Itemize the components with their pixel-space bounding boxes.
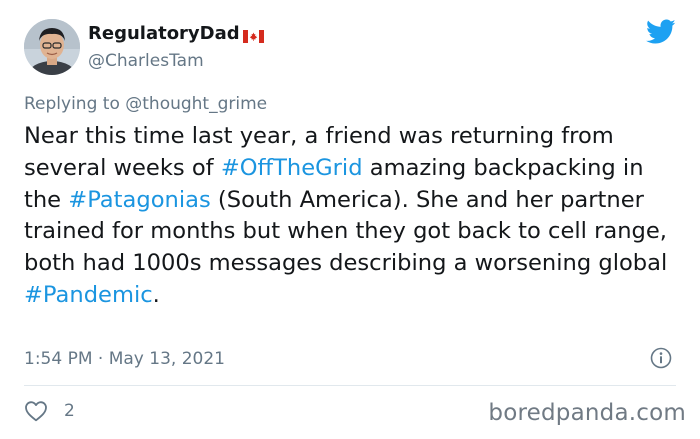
user-handle[interactable]: @CharlesTam [88, 50, 204, 72]
like-button[interactable]: 2 [24, 400, 75, 422]
canada-flag-icon [242, 28, 264, 43]
reply-context: Replying to @thought_grime [24, 93, 267, 115]
info-icon[interactable] [650, 347, 672, 369]
watermark: boredpanda.com [488, 400, 686, 426]
avatar[interactable] [24, 19, 80, 75]
display-name[interactable]: RegulatoryDad [88, 23, 240, 45]
tweet-timestamp[interactable]: 1:54 PM · May 13, 2021 [24, 348, 225, 370]
hashtag-link[interactable]: #Patagonias [68, 187, 210, 213]
twitter-bird-icon[interactable] [646, 19, 676, 45]
hashtag-link[interactable]: #Pandemic [24, 282, 153, 308]
like-count: 2 [64, 401, 75, 421]
tweet-text-segment: . [152, 281, 160, 308]
author-name-row[interactable]: RegulatoryDad [88, 23, 264, 45]
heart-icon[interactable] [24, 400, 48, 422]
tweet-text: Near this time last year, a friend was r… [24, 121, 674, 312]
reply-mention-link[interactable]: @thought_grime [125, 94, 267, 114]
reply-prefix: Replying to [24, 94, 126, 114]
tweet-card: RegulatoryDad @CharlesTam Replying to @t… [0, 0, 700, 439]
divider [24, 385, 676, 386]
hashtag-link[interactable]: #OffTheGrid [221, 155, 363, 181]
